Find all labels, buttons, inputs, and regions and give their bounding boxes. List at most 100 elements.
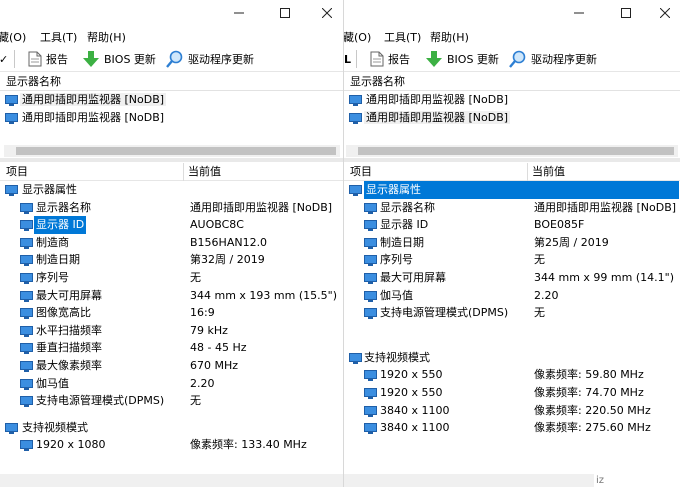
property-value: 无 xyxy=(534,306,545,320)
property-row[interactable]: 制造商 B156HAN12.0 xyxy=(0,234,343,252)
menu-favorites[interactable]: 藏(O) xyxy=(0,29,26,45)
report-button[interactable]: 报告 xyxy=(28,49,68,69)
monitor-icon xyxy=(5,95,18,106)
minimize-button[interactable] xyxy=(216,0,262,26)
minimize-icon xyxy=(574,12,584,14)
column-value[interactable]: 当前值 xyxy=(188,163,221,181)
driver-update-button[interactable]: 驱动程序更新 xyxy=(509,49,597,69)
property-name: 3840 x 1100 xyxy=(380,403,450,417)
pane-splitter[interactable] xyxy=(344,158,680,162)
property-row[interactable]: 最大可用屏幕 344 mm x 99 mm (14.1") xyxy=(344,269,680,287)
property-row[interactable]: 序列号 无 xyxy=(344,251,680,269)
property-row[interactable]: 最大可用屏幕 344 mm x 193 mm (15.5") xyxy=(0,287,343,305)
group-display-properties[interactable]: 显示器属性 xyxy=(0,181,343,199)
property-row[interactable]: 序列号 无 xyxy=(0,269,343,287)
scrollbar-thumb[interactable] xyxy=(16,147,336,155)
column-separator[interactable] xyxy=(527,163,528,181)
property-name: 最大可用屏幕 xyxy=(36,288,102,302)
close-button[interactable] xyxy=(304,0,343,26)
pane-splitter[interactable] xyxy=(0,158,343,162)
driver-update-button[interactable]: 驱动程序更新 xyxy=(166,49,254,69)
property-row[interactable]: 支持电源管理模式(DPMS) 无 xyxy=(0,392,343,410)
property-name: 1920 x 550 xyxy=(380,368,443,382)
property-row[interactable]: 制造日期 第32周 / 2019 xyxy=(0,251,343,269)
monitor-icon xyxy=(20,360,33,372)
close-icon xyxy=(660,8,670,18)
download-arrow-icon xyxy=(83,51,99,67)
property-name: 序列号 xyxy=(380,253,413,267)
monitor-icon xyxy=(5,422,18,434)
monitor-icon xyxy=(364,220,377,232)
toolbar-partial-button[interactable]: L xyxy=(344,49,351,69)
horizontal-scrollbar[interactable] xyxy=(344,474,594,487)
property-row[interactable]: 图像宽高比 16:9 xyxy=(0,304,343,322)
title-bar xyxy=(0,0,343,26)
property-row[interactable]: 垂直扫描频率 48 - 45 Hz xyxy=(0,339,343,357)
property-value: 通用即插即用监视器 [NoDB] xyxy=(534,200,677,214)
list-item[interactable]: 通用即插即用监视器 [NoDB] xyxy=(344,109,680,127)
property-name: 最大可用屏幕 xyxy=(380,270,446,284)
scrollbar-thumb[interactable] xyxy=(358,147,674,155)
monitor-list-scrollbar[interactable] xyxy=(4,145,340,157)
video-mode-row[interactable]: 3840 x 1100 像素频率: 275.60 MHz xyxy=(344,419,680,437)
property-value: 670 MHz xyxy=(190,358,239,372)
property-row[interactable]: 显示器 ID BOE085F xyxy=(344,216,680,234)
monitor-icon xyxy=(364,272,377,284)
monitor-icon xyxy=(364,387,377,399)
menu-help[interactable]: 帮助(H) xyxy=(87,29,126,45)
column-item[interactable]: 项目 xyxy=(350,163,372,181)
property-row[interactable]: 伽马值 2.20 xyxy=(344,287,680,305)
column-item[interactable]: 项目 xyxy=(6,163,28,181)
bios-update-button[interactable]: BIOS 更新 xyxy=(425,49,499,69)
monitor-icon xyxy=(20,378,33,390)
monitor-list-scrollbar[interactable] xyxy=(346,145,678,157)
property-grid: 项目 当前值 显示器属性 显示器名称 通用即插即用监视器 [NoDB] 显示器 ID… xyxy=(344,163,680,437)
toolbar-separator xyxy=(356,50,357,68)
video-mode-row[interactable]: 1920 x 1080 像素频率: 133.40 MHz xyxy=(0,436,343,454)
monitor-name: 通用即插即用监视器 [NoDB] xyxy=(364,111,511,124)
monitor-icon xyxy=(364,423,377,435)
maximize-button[interactable] xyxy=(262,0,308,26)
video-mode-row[interactable]: 1920 x 550 像素频率: 59.80 MHz xyxy=(344,366,680,384)
menu-bar: 藏(O) 工具(T) 帮助(H) xyxy=(0,26,343,46)
column-value[interactable]: 当前值 xyxy=(532,163,565,181)
column-separator[interactable] xyxy=(183,163,184,181)
property-value: 像素频率: 59.80 MHz xyxy=(534,368,644,382)
monitor-icon xyxy=(20,237,33,249)
monitor-icon xyxy=(20,290,33,302)
close-button[interactable] xyxy=(642,0,680,26)
minimize-button[interactable] xyxy=(556,0,602,26)
bios-update-button[interactable]: BIOS 更新 xyxy=(82,49,156,69)
video-mode-row[interactable]: 1920 x 550 像素频率: 74.70 MHz xyxy=(344,384,680,402)
horizontal-scrollbar[interactable] xyxy=(0,474,343,487)
property-row[interactable]: 显示器 ID AUOBC8C xyxy=(0,216,343,234)
menu-help[interactable]: 帮助(H) xyxy=(430,29,469,45)
group-display-properties[interactable]: 显示器属性 xyxy=(344,181,680,199)
driver-update-label: 驱动程序更新 xyxy=(531,53,597,66)
property-row[interactable]: 支持电源管理模式(DPMS) 无 xyxy=(344,304,680,322)
list-item[interactable]: 通用即插即用监视器 [NoDB] xyxy=(0,91,343,109)
monitor-icon xyxy=(5,113,18,124)
menu-tools[interactable]: 工具(T) xyxy=(384,29,421,45)
property-row[interactable]: 制造日期 第25周 / 2019 xyxy=(344,234,680,252)
property-row[interactable]: 显示器名称 通用即插即用监视器 [NoDB] xyxy=(344,199,680,217)
left-window: 藏(O) 工具(T) 帮助(H) ✓ 报告 BIOS 更新 驱动程序更新 显示器… xyxy=(0,0,343,487)
list-item[interactable]: 通用即插即用监视器 [NoDB] xyxy=(344,91,680,109)
menu-tools[interactable]: 工具(T) xyxy=(40,29,77,45)
report-button[interactable]: 报告 xyxy=(370,49,410,69)
property-value: 344 mm x 193 mm (15.5") xyxy=(190,288,337,302)
property-row[interactable]: 伽马值 2.20 xyxy=(0,375,343,393)
property-row[interactable]: 水平扫描频率 79 kHz xyxy=(0,322,343,340)
property-row[interactable]: 显示器名称 通用即插即用监视器 [NoDB] xyxy=(0,199,343,217)
video-mode-row[interactable]: 3840 x 1100 像素频率: 220.50 MHz xyxy=(344,402,680,420)
property-name: 制造日期 xyxy=(380,235,424,249)
menu-favorites[interactable]: 藏(O) xyxy=(344,29,371,45)
property-row[interactable]: 最大像素频率 670 MHz xyxy=(0,357,343,375)
property-name: 伽马值 xyxy=(380,288,413,302)
property-value: 344 mm x 99 mm (14.1") xyxy=(534,270,674,284)
group-video-modes[interactable]: 支持视频模式 xyxy=(0,419,343,437)
group-video-modes[interactable]: 支持视频模式 xyxy=(344,349,680,367)
list-item[interactable]: 通用即插即用监视器 [NoDB] xyxy=(0,109,343,127)
toolbar-partial-button[interactable]: ✓ xyxy=(0,49,8,69)
monitor-name: 通用即插即用监视器 [NoDB] xyxy=(20,93,167,106)
